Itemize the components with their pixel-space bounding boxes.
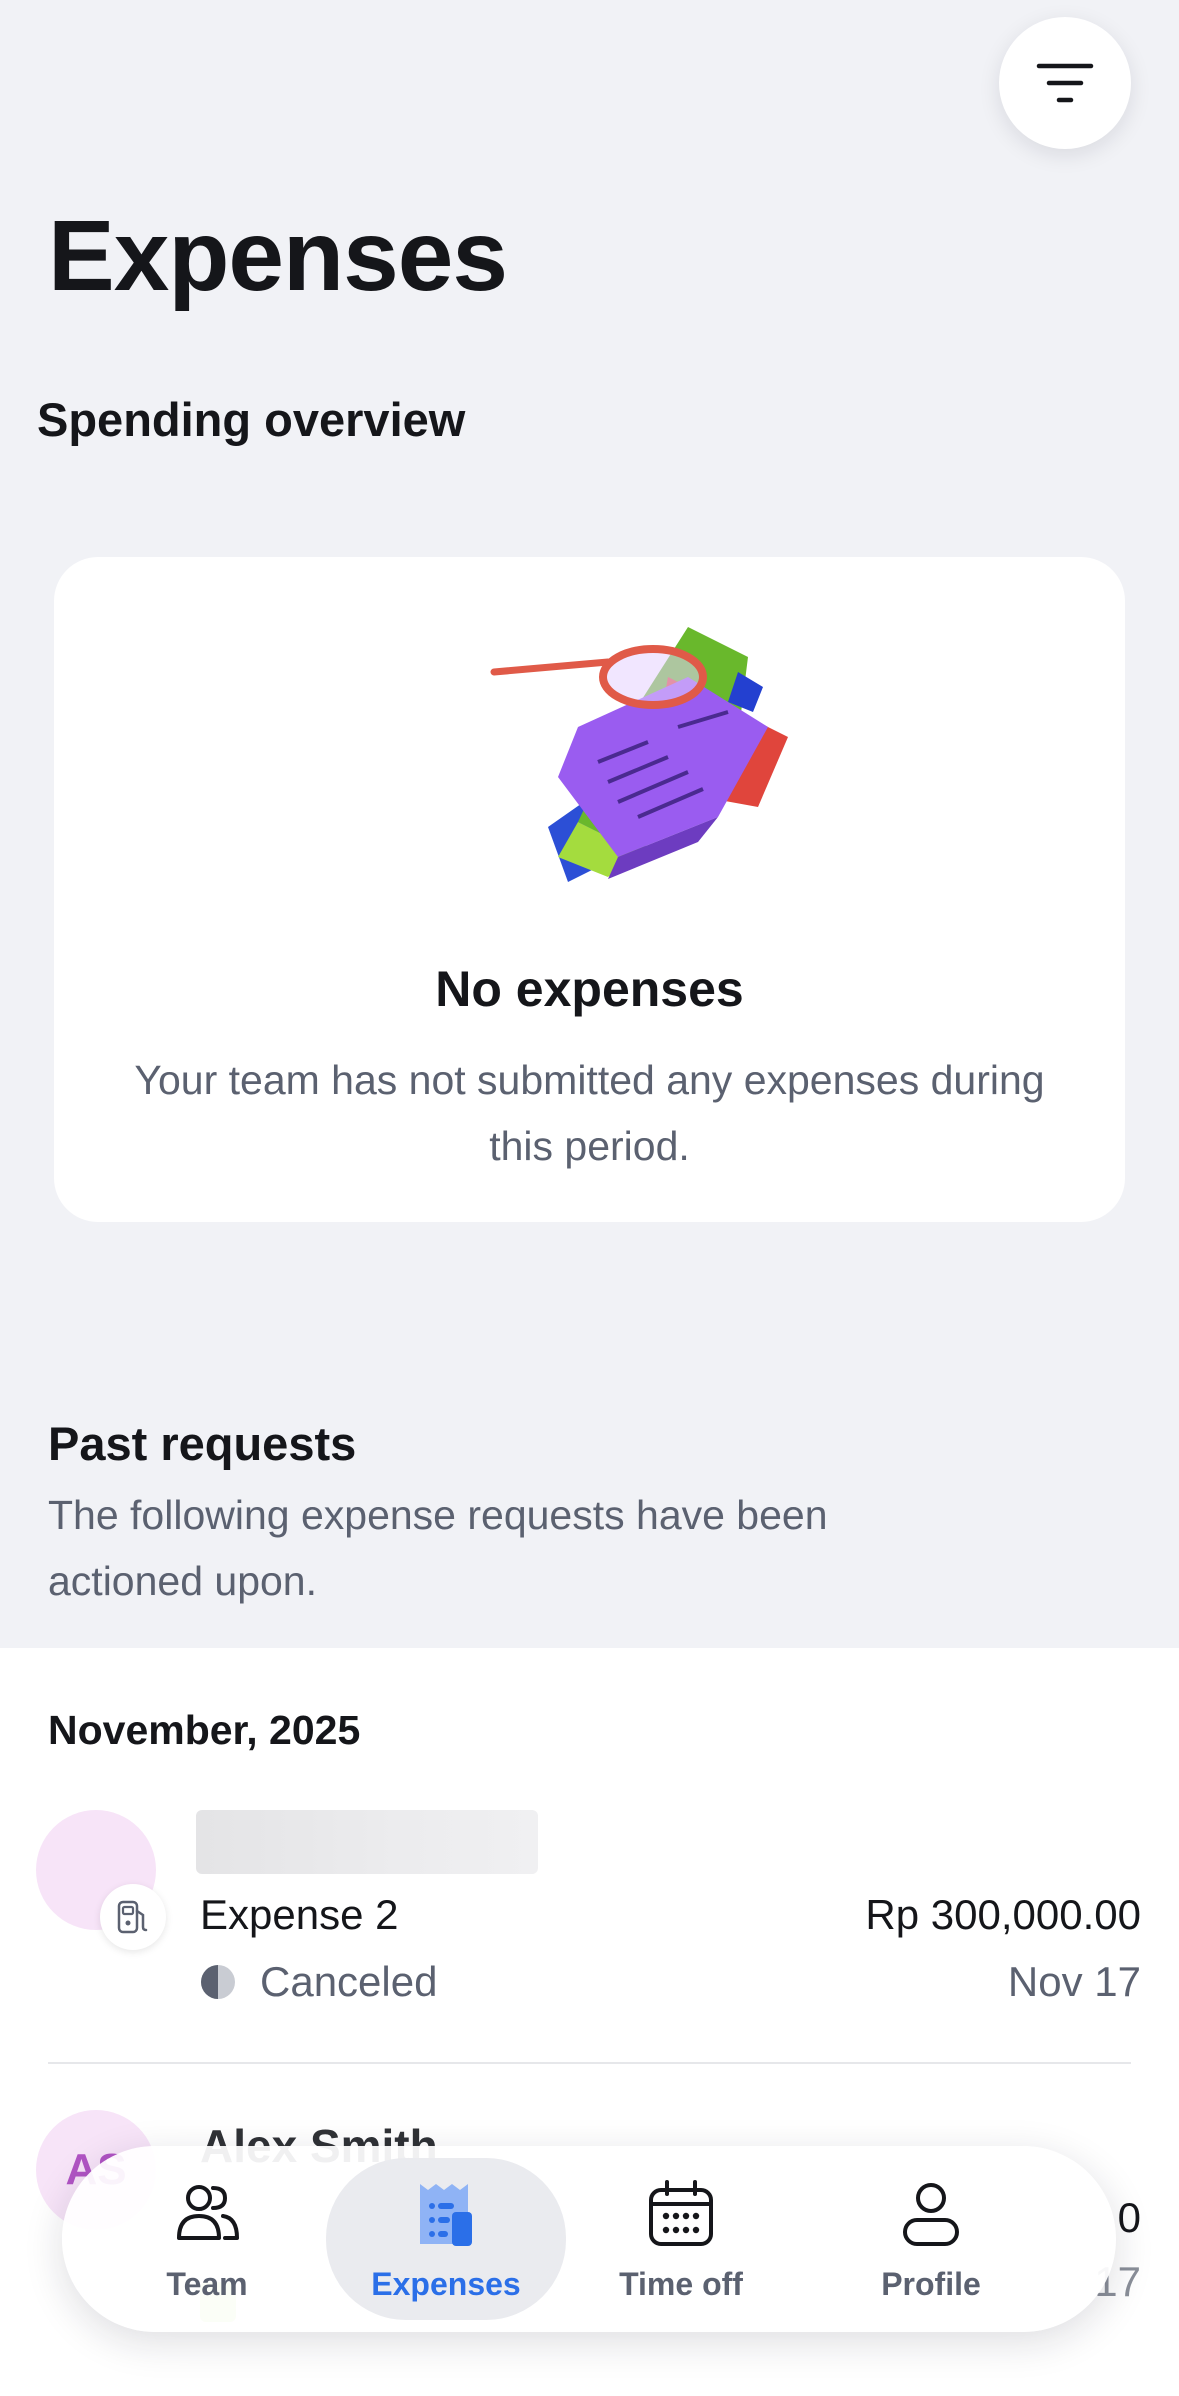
redacted-employee-name: [196, 1810, 538, 1874]
nav-label-profile: Profile: [881, 2266, 981, 2302]
nav-item-team[interactable]: Team: [102, 2146, 312, 2332]
empty-state-message: Your team has not submitted any expenses…: [134, 1057, 1045, 1169]
fuel-pump-icon: [117, 1900, 148, 1934]
nav-label-team: Team: [166, 2266, 248, 2302]
expense-amount: Rp 300,000.00: [865, 1891, 1141, 1938]
bottom-navigation: Team Expenses Time off Profile: [62, 2146, 1116, 2332]
nav-item-time-off[interactable]: Time off: [576, 2146, 786, 2332]
nav-label-time-off: Time off: [619, 2266, 743, 2302]
empty-search-documents-illustration: [490, 627, 788, 882]
nav-item-expenses[interactable]: Expenses: [326, 2158, 566, 2320]
filter-button[interactable]: [999, 17, 1131, 149]
spending-overview-card: No expenses Your team has not submitted …: [54, 557, 1125, 1222]
nav-item-profile[interactable]: Profile: [826, 2146, 1036, 2332]
status-badge: Canceled: [200, 1954, 437, 2010]
receipt-icon: [420, 2184, 472, 2246]
calendar-icon: [649, 2180, 713, 2246]
row-divider: [48, 2062, 1131, 2064]
spending-overview-heading: Spending overview: [37, 393, 466, 446]
past-requests-subtitle: The following expense requests have been…: [48, 1492, 828, 1604]
month-group-label: November, 2025: [48, 1707, 361, 1753]
category-badge: [100, 1884, 166, 1950]
half-circle-status-icon: [201, 1965, 235, 1999]
profile-icon: [903, 2183, 959, 2246]
nav-label-expenses: Expenses: [371, 2266, 521, 2302]
status-label: Canceled: [260, 1958, 438, 2005]
past-requests-heading: Past requests: [48, 1417, 357, 1470]
team-icon: [177, 2185, 239, 2240]
page-title: Expenses: [48, 200, 508, 312]
expense-amount: 0: [1117, 2194, 1141, 2241]
filter-lines-icon: [1036, 63, 1094, 103]
expense-title: Expense 2: [200, 1891, 399, 1938]
expense-date: Nov 17: [1007, 1958, 1141, 2005]
empty-state-title: No expenses: [435, 961, 744, 1017]
